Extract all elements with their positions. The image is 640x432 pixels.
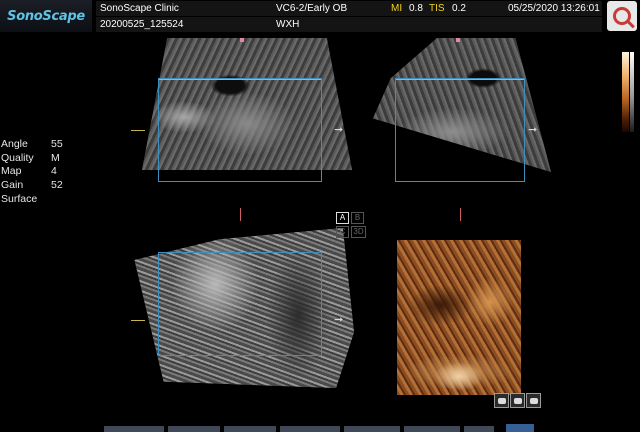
date-time: 05/25/2020 13:26:01 — [508, 3, 600, 14]
param-value: 52 — [51, 179, 63, 192]
focus-marker — [456, 38, 460, 42]
param-label: Map — [1, 165, 22, 178]
scan-parameters: Angle 55 Quality M Map 4 Gain 52 Surface — [1, 138, 63, 207]
roi-box-a[interactable] — [158, 78, 322, 182]
arrow-right-icon: ➞ — [528, 124, 538, 136]
footer-tab[interactable] — [344, 426, 400, 432]
roi-box-c[interactable] — [158, 252, 322, 356]
patient-id: 20200525_125524 — [100, 19, 184, 30]
roi-box-b[interactable] — [395, 78, 525, 182]
footer-tab[interactable] — [404, 426, 460, 432]
mi-value: 0.8 — [409, 3, 423, 14]
param-label: Surface — [1, 192, 38, 205]
probe-preset: VC6-2/Early OB — [276, 3, 348, 14]
volume-render-image[interactable] — [397, 240, 521, 395]
patient-name: WXH — [276, 19, 300, 30]
footer-button[interactable] — [506, 424, 534, 432]
transfer-icon[interactable] — [510, 393, 525, 408]
footer-bar — [0, 424, 640, 432]
clinic-name: SonoScape Clinic — [100, 3, 179, 14]
footer-tab[interactable] — [464, 426, 494, 432]
param-quality: Quality M — [1, 152, 63, 166]
param-map: Map 4 — [1, 165, 63, 179]
arrow-right-icon: ➞ — [334, 314, 344, 326]
param-label: Gain — [1, 179, 24, 192]
param-label: Quality — [1, 151, 34, 164]
mi-label: MI — [391, 3, 403, 14]
footer-tab[interactable] — [168, 426, 220, 432]
logo-text: SonoScape — [7, 8, 85, 24]
plane-marker-c — [131, 320, 145, 321]
arrow-right-icon: ➞ — [334, 124, 344, 136]
plane-marker-a — [131, 130, 145, 131]
param-label: Angle — [1, 138, 28, 150]
3d-render-icon[interactable] — [494, 393, 509, 408]
view-button-a[interactable]: A — [336, 212, 349, 224]
param-surface: Surface — [1, 193, 63, 207]
logo: SonoScape — [0, 0, 92, 32]
focus-marker — [240, 38, 244, 42]
footer-tab[interactable] — [104, 426, 164, 432]
param-value: 55 — [51, 138, 63, 150]
footer-tab[interactable] — [280, 426, 340, 432]
header-bar: SonoScape SonoScape Clinic VC6-2/Early O… — [0, 0, 640, 32]
param-value: 4 — [51, 165, 57, 178]
header-row-1: SonoScape Clinic VC6-2/Early OB MI 0.8 T… — [96, 1, 602, 16]
param-gain: Gain 52 — [1, 179, 63, 193]
tis-label: TIS — [429, 3, 445, 14]
gray-map-bar — [630, 52, 634, 132]
color-map-bar — [622, 52, 629, 132]
param-angle: Angle 55 — [1, 138, 63, 152]
footer-tab[interactable] — [224, 426, 276, 432]
view-button-c[interactable]: C — [336, 226, 349, 238]
tis-value: 0.2 — [452, 3, 466, 14]
view-button-b[interactable]: B — [351, 212, 364, 224]
depth-tick — [460, 208, 461, 221]
print-icon[interactable] — [526, 393, 541, 408]
view-button-3d[interactable]: 3D — [351, 226, 366, 238]
magnifier-icon[interactable] — [607, 1, 637, 31]
depth-tick — [240, 208, 241, 221]
header-row-2: 20200525_125524 WXH — [96, 17, 602, 32]
param-value: M — [51, 151, 60, 164]
